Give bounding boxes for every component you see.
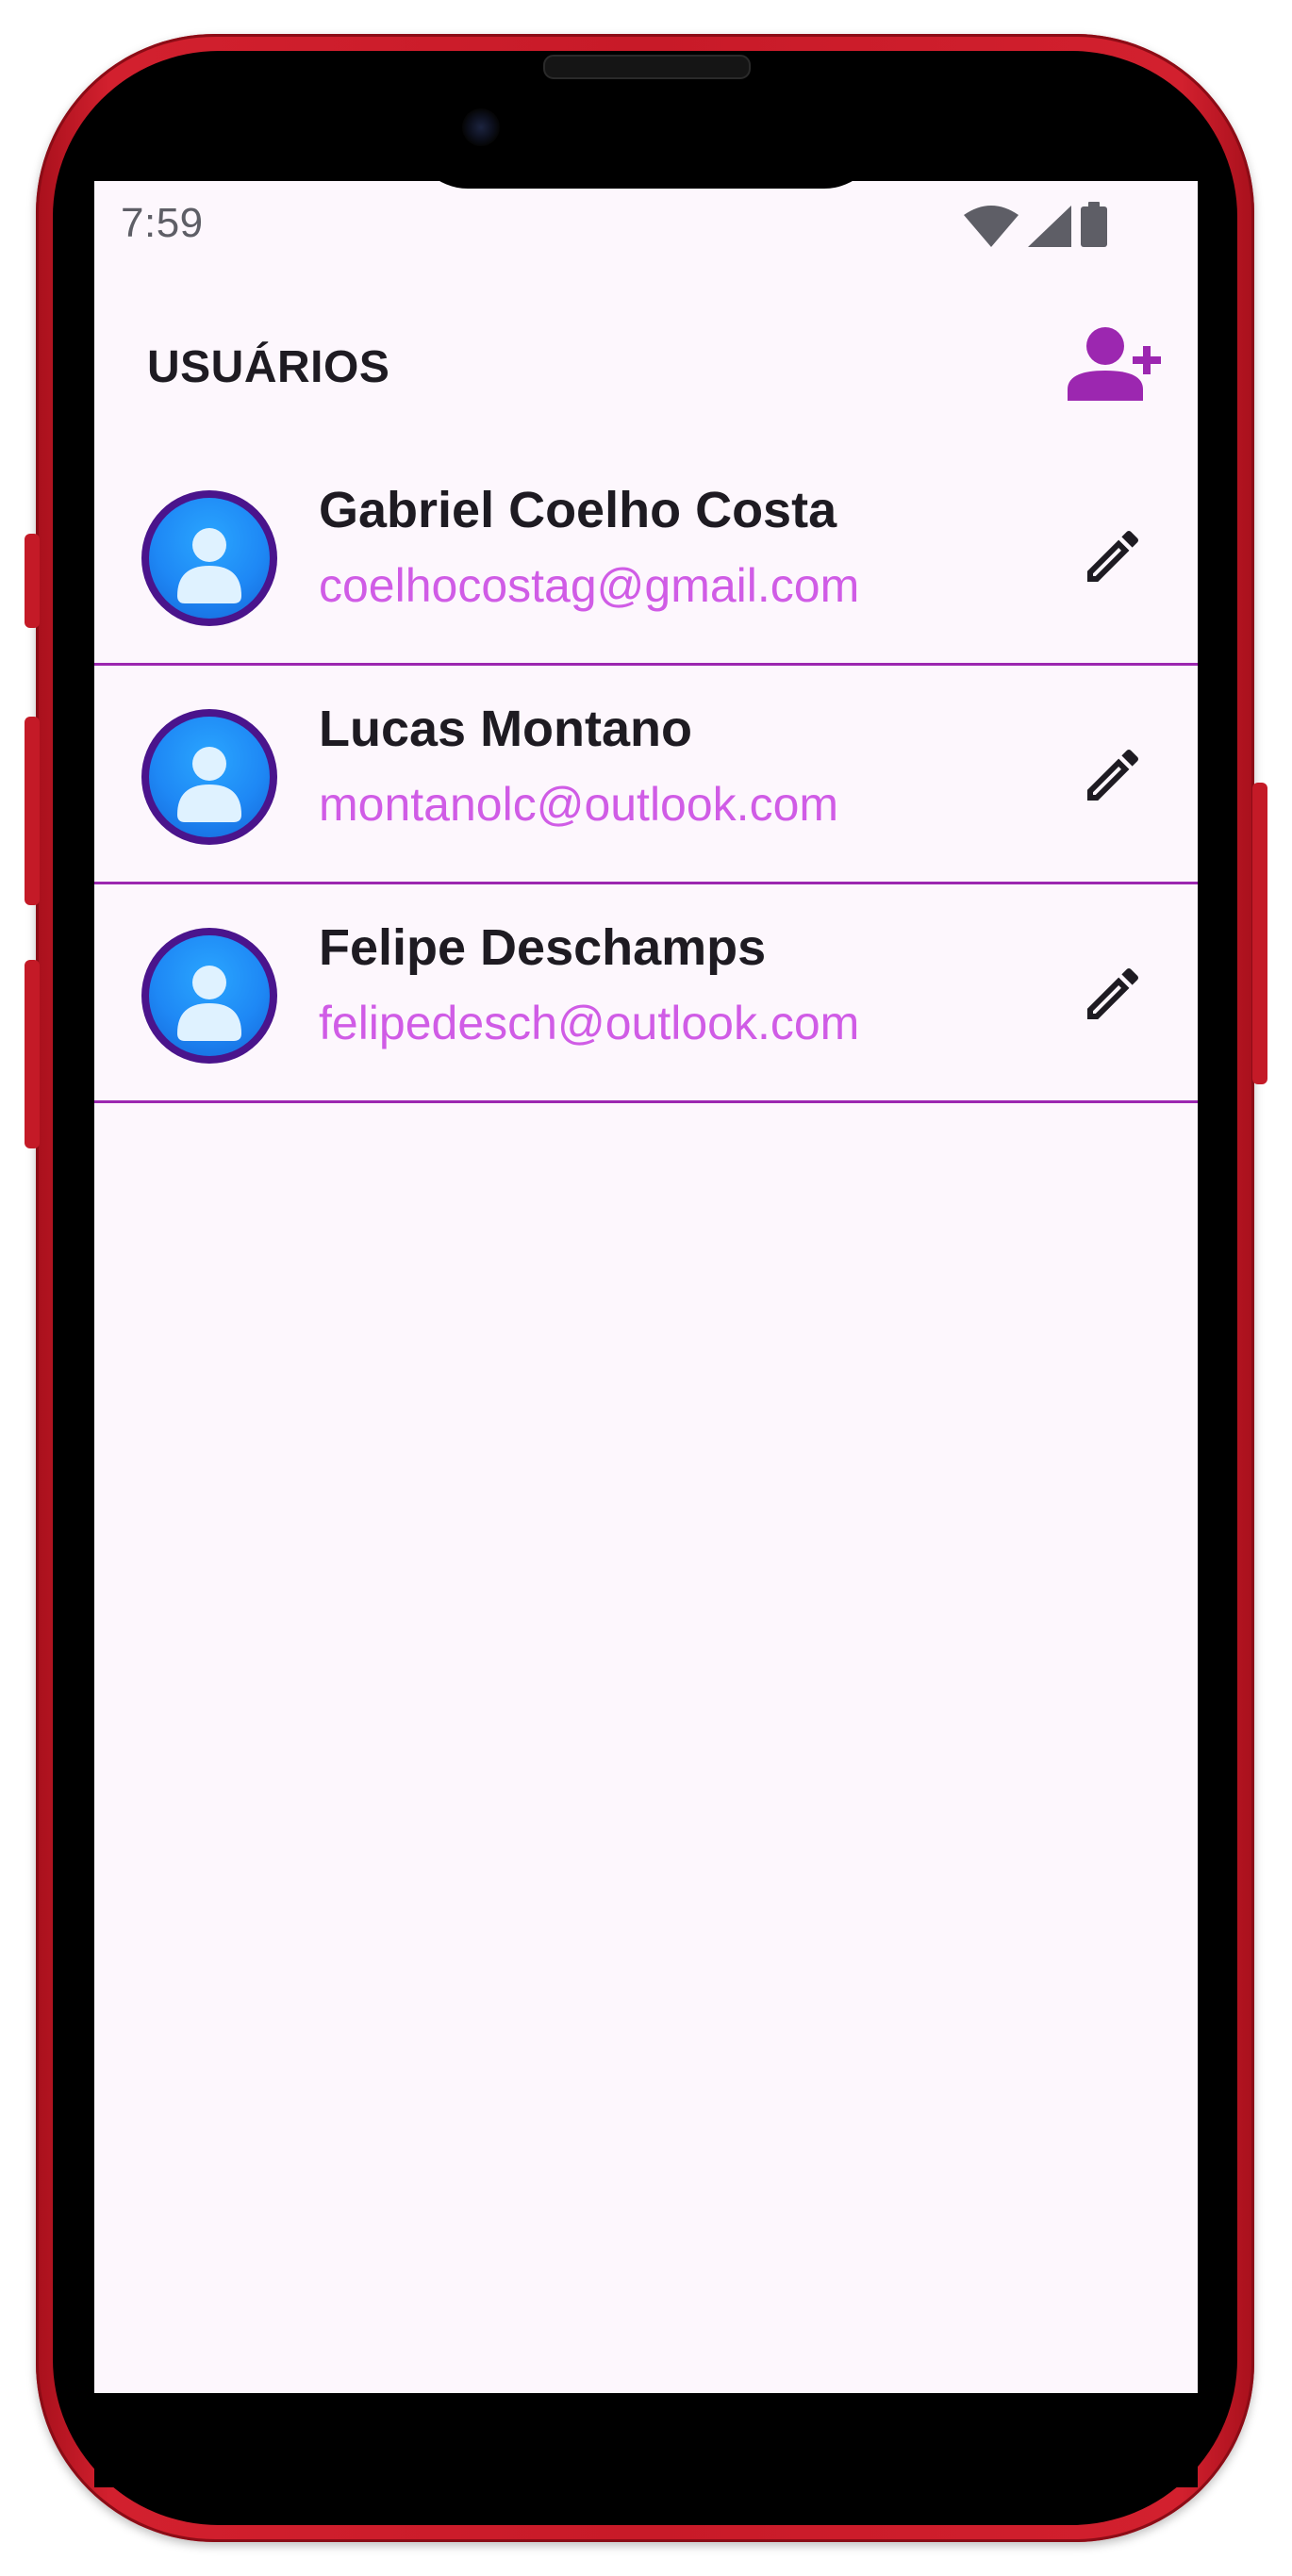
status-icons bbox=[964, 202, 1107, 252]
volume-up-button bbox=[25, 717, 40, 905]
person-add-icon bbox=[1064, 325, 1164, 405]
user-name: Felipe Deschamps bbox=[319, 919, 767, 976]
user-list-item[interactable]: Felipe Deschamps felipedesch@outlook.com bbox=[94, 884, 1198, 1103]
volume-down-button bbox=[25, 960, 40, 1148]
power-button bbox=[1252, 783, 1267, 1084]
user-email: montanolc@outlook.com bbox=[319, 778, 839, 831]
app-bar: USUÁRIOS bbox=[94, 315, 1198, 409]
avatar bbox=[141, 709, 277, 845]
user-list-item[interactable]: Gabriel Coelho Costa coelhocostag@gmail.… bbox=[94, 447, 1198, 666]
pencil-icon bbox=[1079, 522, 1147, 595]
avatar bbox=[141, 928, 277, 1064]
edit-user-button[interactable] bbox=[1069, 515, 1156, 602]
earpiece-speaker bbox=[543, 55, 751, 79]
home-indicator-area bbox=[94, 2393, 1198, 2487]
avatar bbox=[141, 490, 277, 626]
edit-user-button[interactable] bbox=[1069, 734, 1156, 820]
status-time: 7:59 bbox=[121, 200, 204, 246]
user-list: Gabriel Coelho Costa coelhocostag@gmail.… bbox=[94, 447, 1198, 1103]
pencil-icon bbox=[1079, 741, 1147, 814]
cellular-signal-icon bbox=[1028, 206, 1071, 252]
edit-user-button[interactable] bbox=[1069, 952, 1156, 1039]
user-avatar-icon bbox=[149, 717, 270, 837]
status-bar: 7:59 bbox=[94, 181, 1198, 268]
user-name: Lucas Montano bbox=[319, 701, 693, 757]
wifi-icon bbox=[964, 206, 1019, 252]
user-avatar-icon bbox=[149, 498, 270, 619]
user-email: felipedesch@outlook.com bbox=[319, 997, 860, 1049]
user-email: coelhocostag@gmail.com bbox=[319, 559, 860, 612]
page-title: USUÁRIOS bbox=[147, 342, 390, 392]
user-name: Gabriel Coelho Costa bbox=[319, 482, 837, 538]
user-list-item[interactable]: Lucas Montano montanolc@outlook.com bbox=[94, 666, 1198, 884]
user-avatar-icon bbox=[149, 935, 270, 1056]
silent-switch bbox=[25, 534, 40, 628]
add-user-button[interactable] bbox=[1060, 322, 1168, 407]
front-camera bbox=[462, 108, 500, 146]
app-screen: 7:59 USUÁRIOS Gabriel Coelho Costa coelh… bbox=[94, 181, 1198, 2393]
battery-icon bbox=[1081, 202, 1107, 252]
pencil-icon bbox=[1079, 960, 1147, 1032]
